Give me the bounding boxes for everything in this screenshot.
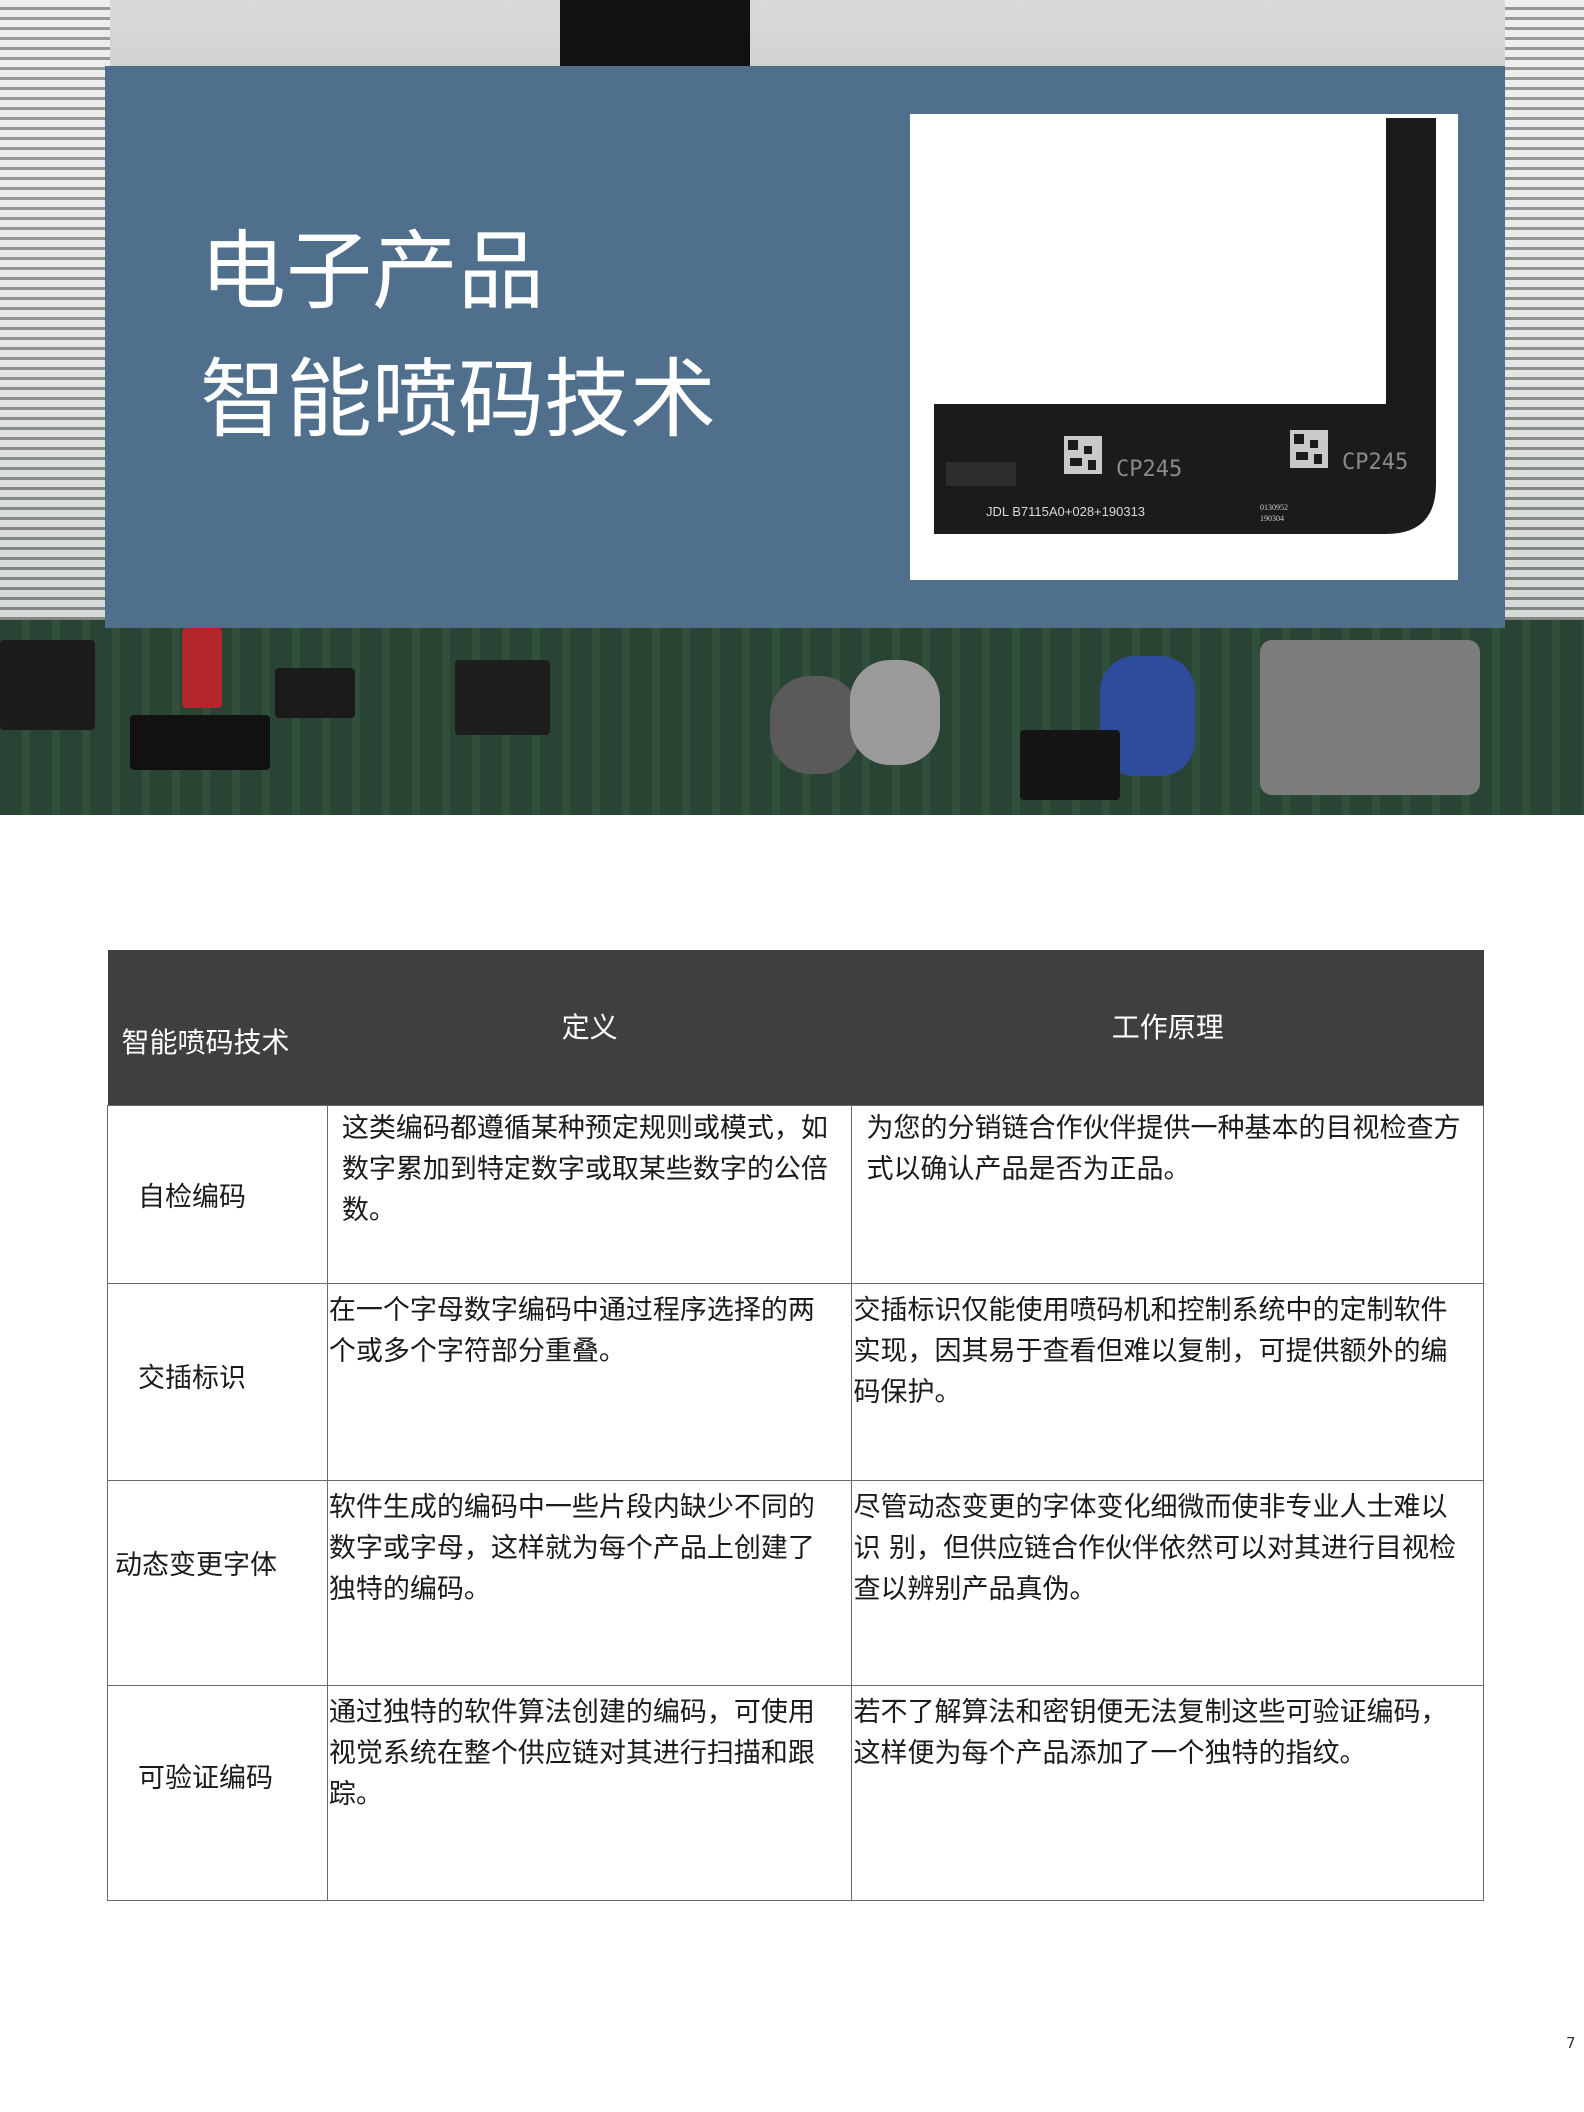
technology-name-cell: 可验证编码 — [107, 1685, 328, 1901]
page-title: 电子产品 智能喷码技术 — [200, 208, 716, 464]
technology-name-cell: 交插标识 — [107, 1283, 328, 1481]
definition-cell: 这类编码都遵循某种预定规则或模式，如数字累加到特定数字或取某些数字的公倍数。 — [326, 1105, 853, 1284]
working-principle-cell: 为您的分销链合作伙伴提供一种基本的目视检查方式以确认产品是否为正品。 — [851, 1105, 1484, 1284]
code-label-2: CP245 — [1342, 450, 1408, 475]
datamatrix-code-2 — [1290, 430, 1328, 468]
table-row: 动态变更字体 软件生成的编码中一些片段内缺少不同的数字或字母，这样就为每个产品上… — [107, 1480, 1484, 1686]
ribbon-cable-left — [0, 0, 110, 620]
chip-component — [0, 640, 95, 730]
inductor-component — [1260, 640, 1480, 795]
table-row: 可验证编码 通过独特的软件算法创建的编码，可使用视觉系统在整个供应链对其进行扫描… — [107, 1685, 1484, 1901]
datamatrix-code-1 — [1064, 436, 1102, 474]
flex-cable-illustration: CP245 CP245 JDL B7115A0+028+190313 01309… — [934, 118, 1436, 534]
print-line: JDL B7115A0+028+190313 — [986, 504, 1145, 519]
working-principle-cell: 尽管动态变更的字体变化细微而使非专业人士难以识 别，但供应链合作伙伴依然可以对其… — [851, 1480, 1484, 1686]
header-working-principle: 工作原理 — [851, 950, 1484, 1106]
capacitor-component — [770, 676, 860, 774]
working-principle-cell: 交插标识仅能使用喷码机和控制系统中的定制软件实现，因其易于查看但难以复制，可提供… — [851, 1283, 1484, 1481]
transistor-component — [1020, 730, 1120, 800]
definition-cell: 软件生成的编码中一些片段内缺少不同的数字或字母，这样就为每个产品上创建了独特的编… — [326, 1480, 853, 1686]
table-row: 自检编码 这类编码都遵循某种预定规则或模式，如数字累加到特定数字或取某些数字的公… — [107, 1105, 1484, 1284]
definition-cell: 在一个字母数字编码中通过程序选择的两个或多个字符部分重叠。 — [326, 1283, 853, 1481]
resistor-component — [182, 628, 222, 708]
ribbon-cable-right — [1505, 0, 1584, 620]
chip-component — [455, 660, 550, 735]
connector-top — [560, 0, 750, 70]
definition-cell: 通过独特的软件算法创建的编码，可使用视觉系统在整个供应链对其进行扫描和跟踪。 — [326, 1685, 853, 1901]
title-line-1: 电子产品 — [200, 222, 544, 322]
table-header-row: 智能喷码技术 定义 工作原理 — [107, 950, 1484, 1106]
header-definition: 定义 — [327, 950, 852, 1106]
product-photo: CP245 CP245 JDL B7115A0+028+190313 01309… — [910, 114, 1458, 580]
capacitor-component — [850, 660, 940, 765]
table-row: 交插标识 在一个字母数字编码中通过程序选择的两个或多个字符部分重叠。 交插标识仅… — [107, 1283, 1484, 1481]
chip-component — [130, 715, 270, 770]
chip-component — [275, 668, 355, 718]
small-print-1: 0130952 — [1260, 503, 1288, 512]
header-technology: 智能喷码技术 — [107, 950, 328, 1106]
page-number: 7 — [1566, 2034, 1576, 2052]
technology-table: 智能喷码技术 定义 工作原理 自检编码 这类编码都遵循某种预定规则或模式，如数字… — [107, 950, 1484, 1901]
title-line-2: 智能喷码技术 — [200, 350, 716, 450]
code-label-1: CP245 — [1116, 457, 1182, 482]
technology-name-cell: 动态变更字体 — [107, 1480, 328, 1686]
small-print-2: 190304 — [1260, 514, 1284, 523]
working-principle-cell: 若不了解算法和密钥便无法复制这些可验证编码，这样便为每个产品添加了一个独特的指纹… — [851, 1685, 1484, 1901]
technology-name-cell: 自检编码 — [107, 1105, 328, 1284]
